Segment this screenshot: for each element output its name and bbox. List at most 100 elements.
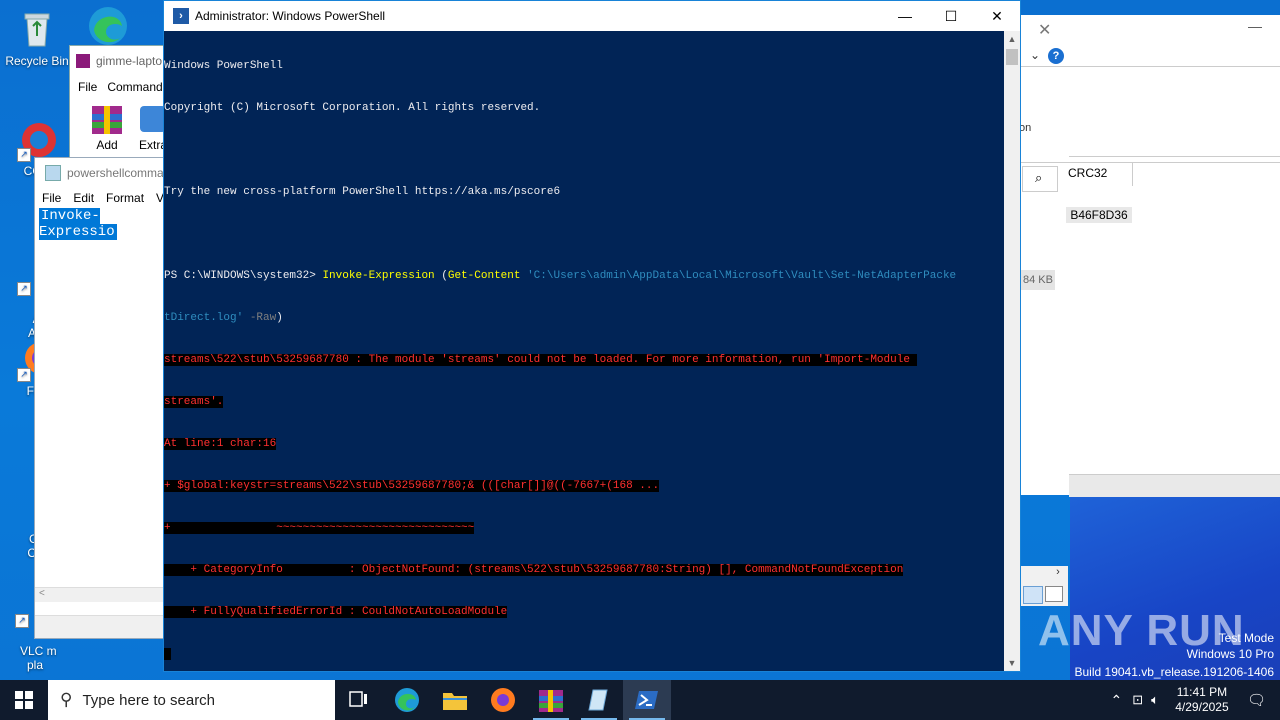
volume-icon[interactable]: 🔈︎ xyxy=(1151,692,1159,708)
desktop-icon-label: Recycle Bin xyxy=(5,54,69,68)
test-mode-text: Test Mode xyxy=(1218,631,1274,645)
error-line: At line:1 char:16 xyxy=(164,438,277,450)
notepad-text-area[interactable]: Invoke-Expressio xyxy=(39,208,175,240)
paren: ( xyxy=(434,270,448,282)
powershell-titlebar[interactable]: › Administrator: Windows PowerShell — ☐ … xyxy=(164,1,1020,31)
prompt: PS C:\WINDOWS\system32> xyxy=(164,270,323,282)
crc32-header: CRC32 xyxy=(1068,166,1108,180)
divider xyxy=(1021,162,1280,163)
minimize-icon: — xyxy=(898,8,912,24)
file-info-window[interactable] xyxy=(1021,15,1280,495)
large-icons-view-icon[interactable] xyxy=(1045,586,1063,602)
clock-date: 4/29/2025 xyxy=(1175,700,1229,714)
taskbar-winrar[interactable] xyxy=(527,680,575,720)
taskbar-notepad[interactable] xyxy=(575,680,623,720)
command-line-wrap: tDirect.log' -Raw) xyxy=(164,311,1004,325)
console-line: Windows PowerShell xyxy=(164,60,283,72)
divider xyxy=(1021,66,1280,67)
taskbar-search-box[interactable]: ⚲ Type here to search xyxy=(48,680,335,720)
add-button[interactable]: Add xyxy=(90,102,124,152)
start-button[interactable] xyxy=(0,680,48,720)
recycle-bin-icon xyxy=(15,8,59,52)
console-line: Try the new cross-platform PowerShell ht… xyxy=(164,186,561,198)
desktop-icon-edge[interactable] xyxy=(78,4,138,50)
vertical-scrollbar[interactable]: ▲ ▼ xyxy=(1004,31,1020,671)
menu-commands[interactable]: Command xyxy=(107,80,162,94)
menu-file[interactable]: File xyxy=(42,191,61,205)
edge-icon xyxy=(86,4,130,48)
chevron-up-icon[interactable]: ⌃ xyxy=(1111,692,1123,709)
notepad-menubar: File Edit Format V xyxy=(35,188,175,208)
close-button[interactable]: ✕ xyxy=(974,1,1020,31)
console-output[interactable]: Windows PowerShell Copyright (C) Microso… xyxy=(164,31,1004,671)
command-line: PS C:\WINDOWS\system32> Invoke-Expressio… xyxy=(164,269,1004,283)
menu-format[interactable]: Format xyxy=(106,191,144,205)
file-size: 84 KB xyxy=(1021,270,1055,290)
taskbar-edge[interactable] xyxy=(383,680,431,720)
minimize-icon[interactable]: — xyxy=(1248,18,1262,34)
desktop-icon-recycle-bin[interactable]: Recycle Bin xyxy=(2,8,72,68)
close-icon[interactable]: ✕ xyxy=(1038,20,1051,40)
menu-edit[interactable]: Edit xyxy=(73,191,94,205)
notepad-title: powershellcomma xyxy=(67,166,164,180)
scroll-down-arrow[interactable]: ▼ xyxy=(1004,655,1020,671)
notification-icon[interactable]: 🗨︎ xyxy=(1247,691,1266,709)
powershell-app-icon: › xyxy=(173,8,189,24)
powershell-window[interactable]: › Administrator: Windows PowerShell — ☐ … xyxy=(163,0,1021,672)
scroll-thumb[interactable] xyxy=(1006,49,1018,65)
view-buttons-area: › xyxy=(1021,566,1068,606)
clock-time: 11:41 PM xyxy=(1176,685,1228,699)
error-line: + FullyQualifiedErrorId : CouldNotAutoLo… xyxy=(164,606,508,618)
clock[interactable]: 11:41 PM 4/29/2025 xyxy=(1169,685,1235,715)
selected-text: Invoke-Expressio xyxy=(39,208,117,240)
task-view-button[interactable] xyxy=(335,680,383,720)
shortcut-arrow-icon: ↗ xyxy=(17,368,31,382)
taskbar-firefox[interactable] xyxy=(479,680,527,720)
error-line-blank xyxy=(164,648,171,660)
taskbar: ⚲ Type here to search ⌃ ⊡ 🔈︎ 11:41 PM 4/… xyxy=(0,680,1280,720)
chevron-down-icon[interactable]: ⌄ xyxy=(1030,48,1040,62)
winrar-app-icon xyxy=(76,54,90,68)
string-arg: tDirect.log' xyxy=(164,312,244,324)
winrar-title: gimme-lapto xyxy=(96,54,163,68)
crc32-value: B46F8D36 xyxy=(1066,207,1132,223)
edge-icon xyxy=(395,688,419,712)
menu-file[interactable]: File xyxy=(78,80,97,94)
system-tray: ⌃ ⊡ 🔈︎ 11:41 PM 4/29/2025 🗨︎ xyxy=(1111,680,1280,720)
search-button[interactable]: ⌕ xyxy=(1022,166,1058,192)
help-icon[interactable]: ? xyxy=(1048,48,1064,64)
scroll-left-arrow[interactable]: < xyxy=(39,588,45,599)
notepad-window[interactable]: powershellcomma File Edit Format V Invok… xyxy=(34,157,176,639)
notepad-icon xyxy=(588,689,608,711)
column-divider xyxy=(1132,162,1133,186)
console-line: Copyright (C) Microsoft Corporation. All… xyxy=(164,102,541,114)
paren: ) xyxy=(276,312,283,324)
search-placeholder: Type here to search xyxy=(82,691,216,709)
scroll-up-arrow[interactable]: ▲ xyxy=(1004,31,1020,47)
minimize-button[interactable]: — xyxy=(882,1,928,31)
error-line: + ~~~~~~~~~~~~~~~~~~~~~~~~~~~~~~ xyxy=(164,522,475,534)
shortcut-arrow-icon: ↗ xyxy=(17,282,31,296)
command-name: Get-Content xyxy=(447,270,521,282)
taskbar-file-explorer[interactable] xyxy=(431,680,479,720)
details-view-icon[interactable] xyxy=(1023,586,1043,604)
shortcut-arrow-icon: ↗ xyxy=(17,148,31,162)
scroll-right-arrow[interactable]: › xyxy=(1049,566,1067,582)
horizontal-scrollbar[interactable]: < xyxy=(35,587,175,602)
build-text: Build 19041.vb_release.191206-1406 xyxy=(1074,665,1275,679)
taskbar-powershell[interactable] xyxy=(623,680,671,720)
window-strip xyxy=(1069,474,1280,497)
add-label: Add xyxy=(96,138,118,152)
notepad-titlebar[interactable]: powershellcomma xyxy=(35,158,175,188)
shortcut-arrow-icon: ↗ xyxy=(15,614,29,628)
firefox-icon xyxy=(491,688,515,712)
notepad-statusbar xyxy=(35,615,175,638)
powershell-icon xyxy=(635,691,658,709)
search-icon: ⚲ xyxy=(60,690,73,709)
maximize-button[interactable]: ☐ xyxy=(928,1,974,31)
os-edition-text: Windows 10 Pro xyxy=(1186,647,1274,661)
winrar-icon xyxy=(539,690,563,712)
divider xyxy=(1069,156,1280,157)
network-icon[interactable]: ⊡ xyxy=(1132,692,1143,708)
close-icon: ✕ xyxy=(991,8,1003,24)
